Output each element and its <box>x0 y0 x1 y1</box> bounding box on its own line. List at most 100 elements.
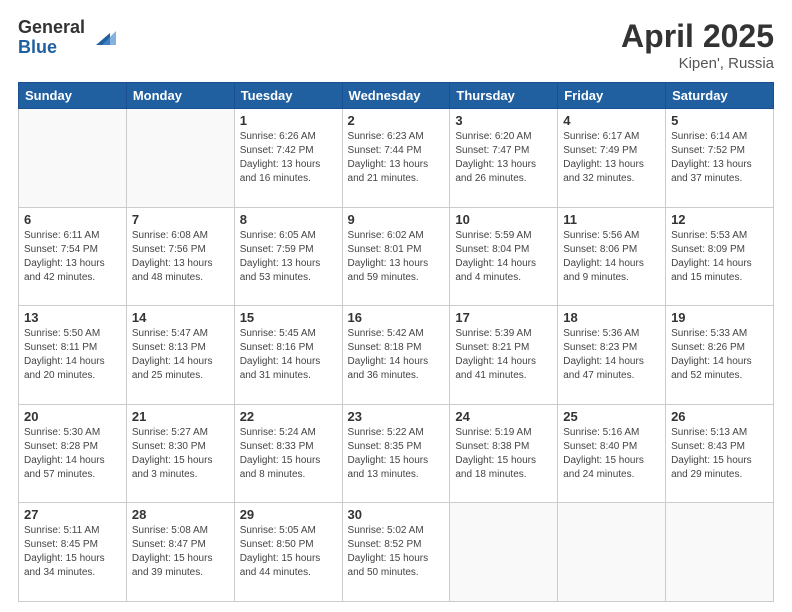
cell-info: Sunrise: 5:45 AM Sunset: 8:16 PM Dayligh… <box>240 327 337 383</box>
calendar-cell: 6 Sunrise: 6:11 AM Sunset: 7:54 PM Daylig… <box>19 207 127 306</box>
cell-info: Sunrise: 5:11 AM Sunset: 8:45 PM Dayligh… <box>24 524 121 580</box>
cell-info: Sunrise: 6:17 AM Sunset: 7:49 PM Dayligh… <box>563 130 660 186</box>
cell-info: Sunrise: 5:50 AM Sunset: 8:11 PM Dayligh… <box>24 327 121 383</box>
calendar-cell: 7 Sunrise: 6:08 AM Sunset: 7:56 PM Daylig… <box>126 207 234 306</box>
cell-info: Sunrise: 6:05 AM Sunset: 7:59 PM Dayligh… <box>240 229 337 285</box>
calendar-cell: 1 Sunrise: 6:26 AM Sunset: 7:42 PM Daylig… <box>234 109 342 208</box>
cell-info: Sunrise: 5:16 AM Sunset: 8:40 PM Dayligh… <box>563 426 660 482</box>
cell-info: Sunrise: 5:19 AM Sunset: 8:38 PM Dayligh… <box>455 426 552 482</box>
calendar-week-5: 27 Sunrise: 5:11 AM Sunset: 8:45 PM Dayli… <box>19 503 774 602</box>
cell-info: Sunrise: 6:14 AM Sunset: 7:52 PM Dayligh… <box>671 130 768 186</box>
logo-general: General <box>18 18 85 38</box>
cell-date: 22 <box>240 409 337 424</box>
cell-info: Sunrise: 5:47 AM Sunset: 8:13 PM Dayligh… <box>132 327 229 383</box>
cell-date: 30 <box>348 507 445 522</box>
cell-info: Sunrise: 5:13 AM Sunset: 8:43 PM Dayligh… <box>671 426 768 482</box>
cell-date: 24 <box>455 409 552 424</box>
cell-date: 11 <box>563 212 660 227</box>
calendar-cell: 19Sunrise: 5:33 AM Sunset: 8:26 PM Dayli… <box>666 306 774 405</box>
logo-icon <box>88 25 116 53</box>
calendar-cell: 27 Sunrise: 5:11 AM Sunset: 8:45 PM Dayli… <box>19 503 127 602</box>
cell-info: Sunrise: 6:08 AM Sunset: 7:56 PM Dayligh… <box>132 229 229 285</box>
cell-date: 29 <box>240 507 337 522</box>
calendar-cell: 25Sunrise: 5:16 AM Sunset: 8:40 PM Dayli… <box>558 404 666 503</box>
calendar-cell: 9Sunrise: 6:02 AM Sunset: 8:01 PM Daylig… <box>342 207 450 306</box>
calendar-cell: 28 Sunrise: 5:08 AM Sunset: 8:47 PM Dayli… <box>126 503 234 602</box>
weekday-header-sunday: Sunday <box>19 83 127 109</box>
calendar-cell: 4 Sunrise: 6:17 AM Sunset: 7:49 PM Daylig… <box>558 109 666 208</box>
calendar-cell: 20 Sunrise: 5:30 AM Sunset: 8:28 PM Dayli… <box>19 404 127 503</box>
cell-info: Sunrise: 5:27 AM Sunset: 8:30 PM Dayligh… <box>132 426 229 482</box>
title-area: April 2025 Kipen', Russia <box>621 18 774 72</box>
weekday-header-monday: Monday <box>126 83 234 109</box>
cell-date: 4 <box>563 113 660 128</box>
cell-date: 15 <box>240 310 337 325</box>
cell-info: Sunrise: 5:02 AM Sunset: 8:52 PM Dayligh… <box>348 524 445 580</box>
cell-date: 5 <box>671 113 768 128</box>
cell-date: 9 <box>348 212 445 227</box>
cell-info: Sunrise: 6:20 AM Sunset: 7:47 PM Dayligh… <box>455 130 552 186</box>
cell-info: Sunrise: 5:53 AM Sunset: 8:09 PM Dayligh… <box>671 229 768 285</box>
cell-date: 1 <box>240 113 337 128</box>
cell-info: Sunrise: 5:08 AM Sunset: 8:47 PM Dayligh… <box>132 524 229 580</box>
logo-text: General Blue <box>18 18 85 58</box>
calendar-cell: 22 Sunrise: 5:24 AM Sunset: 8:33 PM Dayli… <box>234 404 342 503</box>
cell-date: 18 <box>563 310 660 325</box>
header: General Blue April 2025 Kipen', Russia <box>18 18 774 72</box>
calendar-cell: 5 Sunrise: 6:14 AM Sunset: 7:52 PM Daylig… <box>666 109 774 208</box>
cell-info: Sunrise: 5:36 AM Sunset: 8:23 PM Dayligh… <box>563 327 660 383</box>
cell-date: 6 <box>24 212 121 227</box>
cell-info: Sunrise: 6:11 AM Sunset: 7:54 PM Dayligh… <box>24 229 121 285</box>
cell-date: 27 <box>24 507 121 522</box>
cell-info: Sunrise: 6:26 AM Sunset: 7:42 PM Dayligh… <box>240 130 337 186</box>
calendar-cell <box>19 109 127 208</box>
calendar-cell: 26 Sunrise: 5:13 AM Sunset: 8:43 PM Dayli… <box>666 404 774 503</box>
calendar-cell: 21 Sunrise: 5:27 AM Sunset: 8:30 PM Dayli… <box>126 404 234 503</box>
cell-info: Sunrise: 5:24 AM Sunset: 8:33 PM Dayligh… <box>240 426 337 482</box>
cell-date: 17 <box>455 310 552 325</box>
cell-date: 20 <box>24 409 121 424</box>
calendar-week-1: 1 Sunrise: 6:26 AM Sunset: 7:42 PM Daylig… <box>19 109 774 208</box>
calendar-header-row: SundayMondayTuesdayWednesdayThursdayFrid… <box>19 83 774 109</box>
cell-date: 21 <box>132 409 229 424</box>
cell-date: 2 <box>348 113 445 128</box>
cell-date: 7 <box>132 212 229 227</box>
cell-date: 13 <box>24 310 121 325</box>
weekday-header-friday: Friday <box>558 83 666 109</box>
cell-date: 28 <box>132 507 229 522</box>
calendar-cell <box>558 503 666 602</box>
calendar-cell: 17 Sunrise: 5:39 AM Sunset: 8:21 PM Dayli… <box>450 306 558 405</box>
cell-info: Sunrise: 5:39 AM Sunset: 8:21 PM Dayligh… <box>455 327 552 383</box>
calendar-cell: 8 Sunrise: 6:05 AM Sunset: 7:59 PM Daylig… <box>234 207 342 306</box>
calendar-week-3: 13 Sunrise: 5:50 AM Sunset: 8:11 PM Dayli… <box>19 306 774 405</box>
calendar-cell: 11 Sunrise: 5:56 AM Sunset: 8:06 PM Dayli… <box>558 207 666 306</box>
calendar-cell <box>666 503 774 602</box>
cell-date: 3 <box>455 113 552 128</box>
cell-date: 26 <box>671 409 768 424</box>
location: Kipen', Russia <box>621 55 774 72</box>
weekday-header-tuesday: Tuesday <box>234 83 342 109</box>
cell-info: Sunrise: 5:56 AM Sunset: 8:06 PM Dayligh… <box>563 229 660 285</box>
cell-date: 8 <box>240 212 337 227</box>
calendar-cell: 29Sunrise: 5:05 AM Sunset: 8:50 PM Dayli… <box>234 503 342 602</box>
calendar-cell: 18 Sunrise: 5:36 AM Sunset: 8:23 PM Dayli… <box>558 306 666 405</box>
cell-info: Sunrise: 5:59 AM Sunset: 8:04 PM Dayligh… <box>455 229 552 285</box>
calendar-week-4: 20 Sunrise: 5:30 AM Sunset: 8:28 PM Dayli… <box>19 404 774 503</box>
cell-info: Sunrise: 5:30 AM Sunset: 8:28 PM Dayligh… <box>24 426 121 482</box>
weekday-header-saturday: Saturday <box>666 83 774 109</box>
calendar-cell: 16Sunrise: 5:42 AM Sunset: 8:18 PM Dayli… <box>342 306 450 405</box>
calendar-cell: 10 Sunrise: 5:59 AM Sunset: 8:04 PM Dayli… <box>450 207 558 306</box>
cell-info: Sunrise: 5:22 AM Sunset: 8:35 PM Dayligh… <box>348 426 445 482</box>
logo-blue: Blue <box>18 38 85 58</box>
cell-date: 10 <box>455 212 552 227</box>
calendar-cell: 23Sunrise: 5:22 AM Sunset: 8:35 PM Dayli… <box>342 404 450 503</box>
logo: General Blue <box>18 18 116 58</box>
month-title: April 2025 <box>621 18 774 55</box>
calendar-cell <box>450 503 558 602</box>
calendar-cell: 13 Sunrise: 5:50 AM Sunset: 8:11 PM Dayli… <box>19 306 127 405</box>
weekday-header-thursday: Thursday <box>450 83 558 109</box>
calendar-cell: 12Sunrise: 5:53 AM Sunset: 8:09 PM Dayli… <box>666 207 774 306</box>
calendar-week-2: 6 Sunrise: 6:11 AM Sunset: 7:54 PM Daylig… <box>19 207 774 306</box>
calendar-cell: 14Sunrise: 5:47 AM Sunset: 8:13 PM Dayli… <box>126 306 234 405</box>
calendar-table: SundayMondayTuesdayWednesdayThursdayFrid… <box>18 82 774 602</box>
